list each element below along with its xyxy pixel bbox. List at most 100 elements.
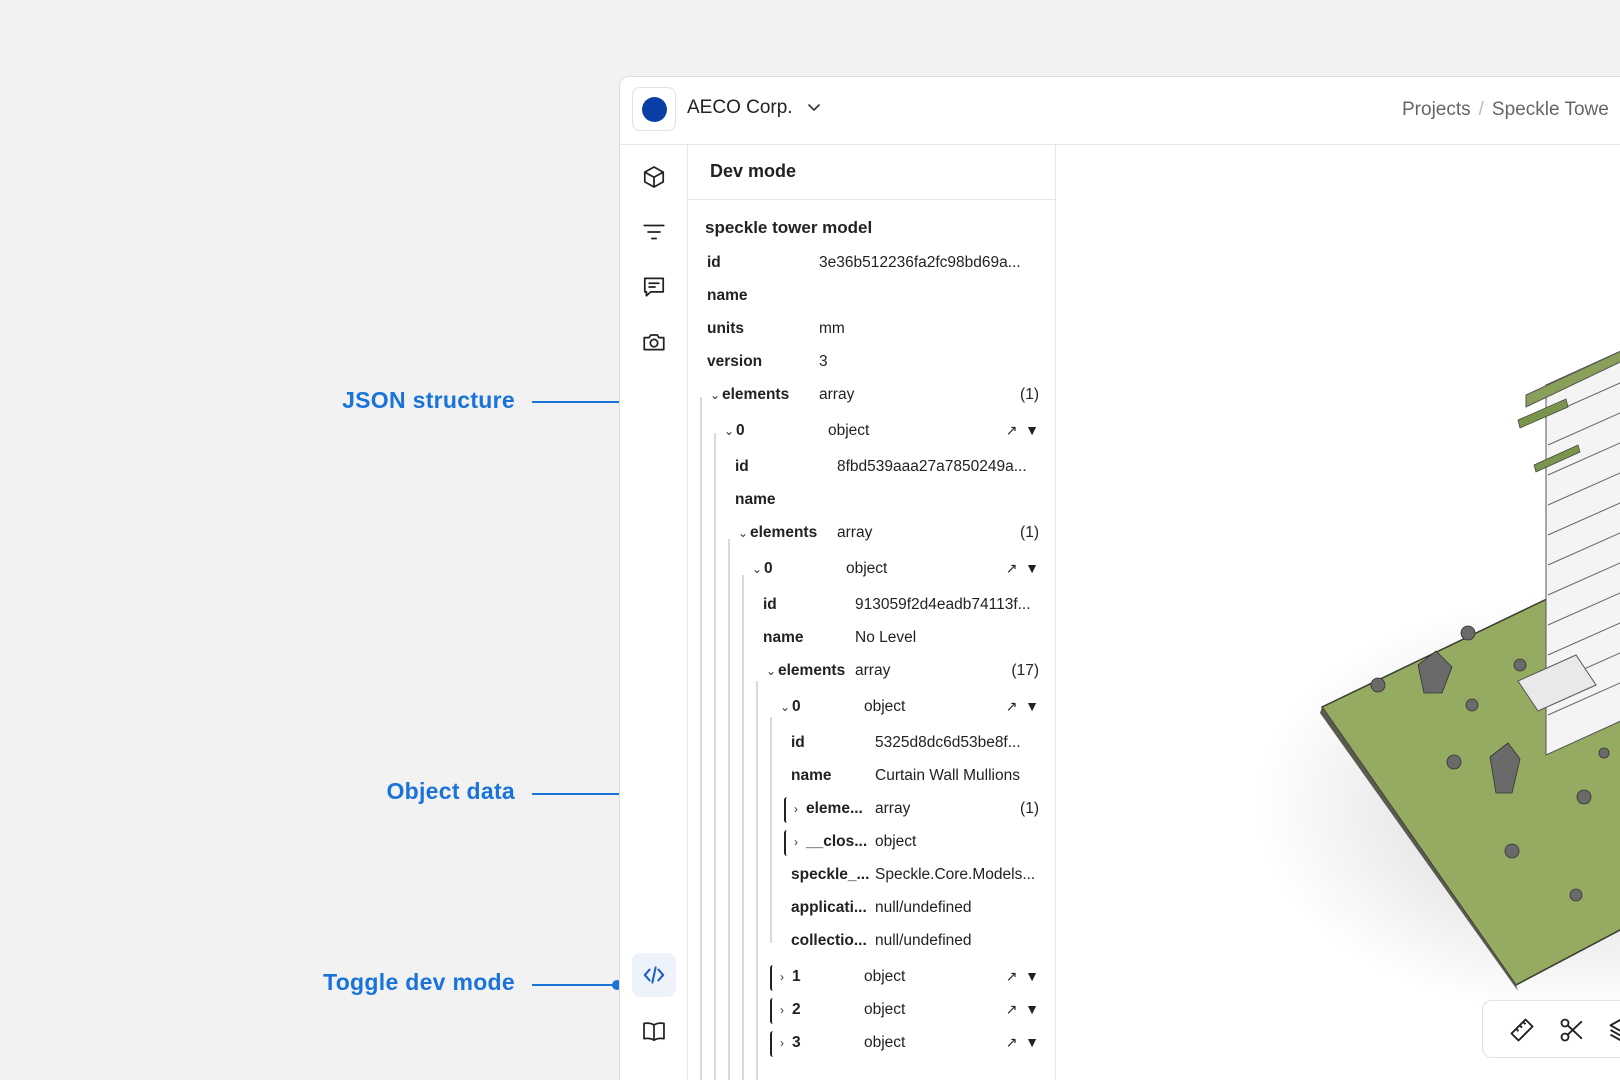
tree-guide [756, 681, 758, 1080]
row-actions: ↗ ▼ [1006, 560, 1039, 577]
filter-funnel-icon[interactable]: ▼ [1025, 1001, 1039, 1017]
filter-icon [643, 224, 665, 240]
tree-row-id: id 5325d8dc6d53be8f... [791, 734, 1039, 754]
tree-value: mm [819, 320, 845, 337]
breadcrumb-projects[interactable]: Projects [1402, 99, 1471, 120]
collapsed-bracket [770, 998, 773, 1024]
tree-key: 0 [792, 698, 801, 715]
tree-type: object [864, 968, 906, 985]
open-link-icon[interactable]: ↗ [1006, 968, 1018, 984]
chevron-right-icon: › [794, 802, 798, 816]
open-link-icon[interactable]: ↗ [1006, 422, 1018, 438]
chevron-down-icon: ⌄ [766, 664, 777, 678]
tree-row-object[interactable]: ⌄ 0 object ↗ ▼ [752, 560, 1039, 580]
open-link-icon[interactable]: ↗ [1006, 698, 1018, 714]
chevron-down-icon: ⌄ [780, 700, 791, 714]
tree-key: elements [750, 524, 818, 541]
tree-row-elements[interactable]: ⌄ elements array (1) [738, 524, 1039, 544]
chevron-down-icon: ⌄ [724, 424, 735, 438]
tree-row-object[interactable]: ⌄ 0 object ↗ ▼ [724, 422, 1039, 442]
open-link-icon[interactable]: ↗ [1006, 1034, 1018, 1050]
tree-key: units [707, 320, 745, 337]
tree-value: 5325d8dc6d53be8f... [875, 734, 1021, 751]
tree-row-collection: collectio... null/undefined [791, 932, 1039, 952]
tree-key: 1 [792, 968, 801, 985]
code-icon [643, 966, 665, 984]
breadcrumb-separator: / [1478, 99, 1484, 120]
chevron-down-icon: ⌄ [710, 388, 721, 402]
layers-icon[interactable] [1607, 1016, 1620, 1044]
views-button[interactable] [632, 320, 676, 364]
tree-key: id [791, 734, 805, 751]
models-button[interactable] [632, 155, 676, 199]
workspace-logo[interactable] [632, 87, 676, 131]
tree-value: 8fbd539aaa27a7850249a... [837, 458, 1027, 475]
camera-icon [643, 334, 665, 351]
dev-mode-toggle-button[interactable] [632, 953, 676, 997]
tree-type: array [855, 662, 891, 679]
annotation-label: Object data [386, 778, 515, 804]
tree-key: speckle_... [791, 866, 870, 883]
filter-funnel-icon[interactable]: ▼ [1025, 1034, 1039, 1050]
workspace-logo-dot [642, 97, 667, 122]
tree-row-elements[interactable]: ⌄ elements array (17) [766, 662, 1039, 682]
filters-button[interactable] [632, 210, 676, 254]
filter-funnel-icon[interactable]: ▼ [1025, 968, 1039, 984]
tree-row-name: name [735, 491, 1039, 511]
chevron-down-icon[interactable] [805, 98, 823, 116]
comment-icon [643, 277, 665, 297]
tree-guide [770, 717, 772, 943]
open-link-icon[interactable]: ↗ [1006, 560, 1018, 576]
tree-count: (17) [1011, 662, 1039, 679]
tree-key: name [763, 629, 804, 646]
tree-key: id [735, 458, 749, 475]
tree-row-units: units mm [707, 320, 1039, 340]
tree-row-object[interactable]: › 1 object ↗ ▼ [780, 968, 1039, 988]
tree-row-elements[interactable]: › eleme... array (1) [794, 800, 1039, 820]
tree-value: null/undefined [875, 932, 972, 949]
tree-guide [742, 575, 744, 1080]
tree-value: 913059f2d4eadb74113f... [855, 596, 1031, 613]
tree-type: object [864, 1034, 906, 1051]
workspace-name[interactable]: AECO Corp. [687, 97, 793, 119]
chevron-right-icon: › [780, 1036, 784, 1050]
tree-key: version [707, 353, 763, 370]
tree-row-object[interactable]: ⌄ 0 object ↗ ▼ [780, 698, 1039, 718]
tree-row-id: id 3e36b512236fa2fc98bd69a... [707, 254, 1039, 274]
tree-key: __clos... [806, 833, 868, 850]
annotation-label: Toggle dev mode [323, 969, 515, 995]
tree-guide [700, 397, 702, 1080]
tree-row-name: name No Level [763, 629, 1039, 649]
tree-row-elements[interactable]: ⌄ elements array (1) [710, 386, 1039, 406]
tree-row-id: id 8fbd539aaa27a7850249a... [735, 458, 1039, 478]
tree-key: 2 [792, 1001, 801, 1018]
open-link-icon[interactable]: ↗ [1006, 1001, 1018, 1017]
model-name: speckle tower model [705, 218, 873, 237]
chevron-down-icon: ⌄ [752, 562, 763, 576]
tree-value: 3e36b512236fa2fc98bd69a... [819, 254, 1021, 271]
discussions-button[interactable] [632, 265, 676, 309]
book-icon [643, 1022, 665, 1042]
tree-row-speckle-type: speckle_... Speckle.Core.Models... [791, 866, 1039, 886]
tree-type: object [875, 833, 917, 850]
ruler-icon[interactable] [1508, 1016, 1536, 1044]
tree-row-version: version 3 [707, 353, 1039, 373]
tree-value: null/undefined [875, 899, 972, 916]
filter-funnel-icon[interactable]: ▼ [1025, 698, 1039, 714]
scissors-icon[interactable] [1558, 1016, 1586, 1044]
3d-viewer[interactable] [1056, 145, 1620, 1080]
docs-button[interactable] [632, 1009, 676, 1053]
tree-row-object[interactable]: › 3 object ↗ ▼ [780, 1034, 1039, 1054]
tree-key: name [791, 767, 832, 784]
tree-type: object [846, 560, 888, 577]
tree-key: applicati... [791, 899, 867, 916]
tree-row-object[interactable]: › 2 object ↗ ▼ [780, 1001, 1039, 1021]
breadcrumb-project[interactable]: Speckle Towe [1492, 99, 1609, 120]
tree-type: array [875, 800, 911, 817]
tree-row-closure[interactable]: › __clos... object [794, 833, 1039, 853]
filter-funnel-icon[interactable]: ▼ [1025, 422, 1039, 438]
chevron-right-icon: › [780, 1003, 784, 1017]
filter-funnel-icon[interactable]: ▼ [1025, 560, 1039, 576]
tree-guide [714, 433, 716, 1080]
tree-value: 3 [819, 353, 828, 370]
